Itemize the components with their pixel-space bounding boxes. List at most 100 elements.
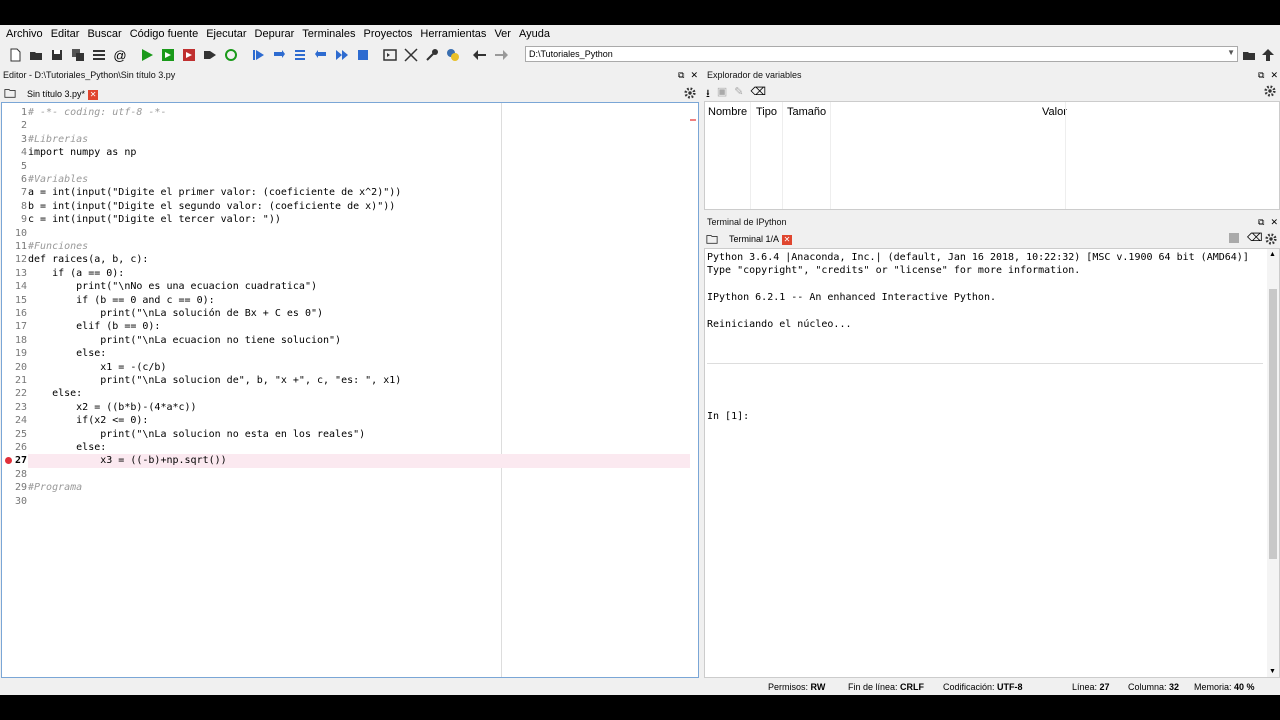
column-header-nombre[interactable]: Nombre (708, 106, 747, 118)
continue-icon[interactable] (333, 46, 351, 64)
menu-item[interactable]: Código fuente (126, 28, 203, 40)
back-arrow-icon[interactable] (471, 46, 489, 64)
code-line[interactable]: print("\nLa ecuacion no tiene solucion") (28, 334, 341, 347)
maximize-pane-icon[interactable] (381, 46, 399, 64)
editor-options-gear-icon[interactable] (684, 87, 696, 102)
run-icon[interactable] (138, 46, 156, 64)
edge-line (501, 103, 502, 677)
line-number: 12 (14, 254, 27, 266)
code-line[interactable]: x3 = ((-b)+np.sqrt()) (28, 454, 690, 468)
code-line[interactable]: print("\nNo es una ecuacion cuadratica") (28, 280, 317, 293)
tab-sin-titulo-3[interactable]: Sin título 3.py* ✕ (22, 86, 103, 102)
code-line[interactable]: x1 = -(c/b) (28, 361, 166, 374)
run-selection-icon[interactable] (201, 46, 219, 64)
column-divider (830, 102, 831, 209)
scroll-thumb[interactable] (1269, 289, 1277, 559)
code-line[interactable]: c = int(input("Digite el tercer valor: "… (28, 213, 281, 226)
scroll-up-icon[interactable]: ▲ (1269, 251, 1276, 258)
code-line[interactable]: import numpy as np (28, 146, 136, 159)
code-line[interactable]: else: (28, 441, 106, 454)
rerun-icon[interactable] (222, 46, 240, 64)
step-return-icon[interactable] (312, 46, 330, 64)
line-number: 25 (14, 428, 27, 440)
menu-item[interactable]: Ver (490, 28, 515, 40)
close-pane-icon[interactable]: ✕ (1270, 68, 1278, 82)
save-all-icon[interactable] (69, 46, 87, 64)
stop-kernel-icon[interactable] (1229, 233, 1239, 243)
open-file-icon[interactable] (27, 46, 45, 64)
run-cell-icon[interactable] (159, 46, 177, 64)
variable-explorer-gear-icon[interactable] (1264, 85, 1276, 100)
code-editor[interactable]: 1 2 3 4 5 6 7 8 9 10 11 12 13 14 15 16 17 18 19 20 21 22 23 24 2… (1, 102, 699, 678)
at-icon[interactable]: @ (111, 46, 129, 64)
debug-icon[interactable] (249, 46, 267, 64)
menu-item[interactable]: Herramientas (416, 28, 490, 40)
stop-icon[interactable] (354, 46, 372, 64)
code-line[interactable]: b = int(input("Digite el segundo valor: … (28, 200, 395, 213)
code-comment-line[interactable]: #Programa (28, 481, 82, 494)
menu-item[interactable]: Buscar (83, 28, 125, 40)
python-path-icon[interactable] (444, 46, 462, 64)
close-tab-icon[interactable]: ✕ (88, 89, 99, 100)
step-icon[interactable] (270, 46, 288, 64)
code-comment-line[interactable]: # -*- coding: utf-8 -*- (28, 106, 166, 119)
forward-arrow-icon[interactable] (492, 46, 510, 64)
close-pane-icon[interactable]: ✕ (1270, 215, 1278, 229)
scroll-down-icon[interactable]: ▼ (1269, 668, 1276, 675)
code-line[interactable]: else: (28, 387, 82, 400)
code-line[interactable]: x2 = ((b*b)-(4*a*c)) (28, 401, 196, 414)
undock-icon[interactable]: ⧉ (678, 68, 684, 82)
parent-directory-icon[interactable] (1259, 46, 1277, 64)
code-line[interactable]: print("\nLa solucion de", b, "x +", c, "… (28, 374, 401, 387)
console-scrollbar[interactable]: ▲ ▼ (1267, 249, 1279, 677)
menu-item[interactable]: Depurar (251, 28, 299, 40)
column-header-tipo[interactable]: Tipo (756, 106, 777, 118)
browse-tabs-icon[interactable] (706, 233, 718, 248)
menu-item[interactable]: Editar (47, 28, 84, 40)
console-output-line: Type "copyright", "credits" or "license"… (707, 265, 1081, 277)
column-header-tamano[interactable]: Tamaño (787, 106, 826, 118)
undock-icon[interactable]: ⧉ (1258, 215, 1264, 229)
code-line[interactable]: if (a == 0): (28, 267, 124, 280)
code-line[interactable]: if (b == 0 and c == 0): (28, 294, 214, 307)
code-comment-line[interactable]: #Funciones (28, 240, 88, 253)
preferences-wrench-icon[interactable] (423, 46, 441, 64)
menu-item[interactable]: Terminales (298, 28, 359, 40)
code-line[interactable]: elif (b == 0): (28, 320, 160, 333)
console-separator (707, 363, 1263, 364)
ipython-console[interactable]: In [1]: ▲ ▼ Python 3.6.4 |Anaconda, Inc.… (704, 248, 1280, 678)
line-number: 3 (20, 133, 27, 145)
step-into-icon[interactable] (291, 46, 309, 64)
menu-item[interactable]: Proyectos (359, 28, 416, 40)
editor-tabbar: Sin título 3.py* ✕ (0, 85, 700, 103)
code-line[interactable]: else: (28, 347, 106, 360)
outline-icon[interactable] (90, 46, 108, 64)
code-line[interactable]: if(x2 <= 0): (28, 414, 148, 427)
close-pane-icon[interactable]: ✕ (690, 68, 698, 82)
working-directory-input[interactable]: D:\Tutoriales_Python ▼ (525, 46, 1238, 62)
undock-icon[interactable]: ⧉ (1258, 68, 1264, 82)
code-comment-line[interactable]: #Variables (28, 173, 88, 186)
chevron-down-icon[interactable]: ▼ (1227, 48, 1235, 58)
save-icon[interactable] (48, 46, 66, 64)
code-line[interactable]: print("\nLa solucion no esta en los real… (28, 428, 365, 441)
code-line[interactable]: a = int(input("Digite el primer valor: (… (28, 186, 401, 199)
menu-item[interactable]: Archivo (2, 28, 47, 40)
fullscreen-icon[interactable] (402, 46, 420, 64)
clear-console-icon[interactable]: ⌫ (1247, 231, 1263, 244)
variable-table[interactable]: Nombre Tipo Tamaño Valor (704, 101, 1280, 210)
browse-folder-icon[interactable] (1240, 46, 1258, 64)
code-line[interactable]: print("\nLa solución de Bx + C es 0") (28, 307, 323, 320)
console-gear-icon[interactable] (1265, 233, 1277, 248)
browse-tabs-icon[interactable] (4, 87, 16, 102)
menu-item[interactable]: Ejecutar (202, 28, 250, 40)
menu-item[interactable]: Ayuda (515, 28, 554, 40)
code-comment-line[interactable]: #Librerias (28, 133, 88, 146)
code-line[interactable]: def raices(a, b, c): (28, 253, 148, 266)
tab-terminal-1a[interactable]: Terminal 1/A ✕ (724, 231, 797, 247)
status-eol: Fin de línea: CRLF (848, 680, 924, 695)
column-header-valor[interactable]: Valor (1042, 106, 1067, 118)
close-tab-icon[interactable]: ✕ (782, 234, 793, 245)
new-file-icon[interactable] (6, 46, 24, 64)
run-cell-advance-icon[interactable] (180, 46, 198, 64)
